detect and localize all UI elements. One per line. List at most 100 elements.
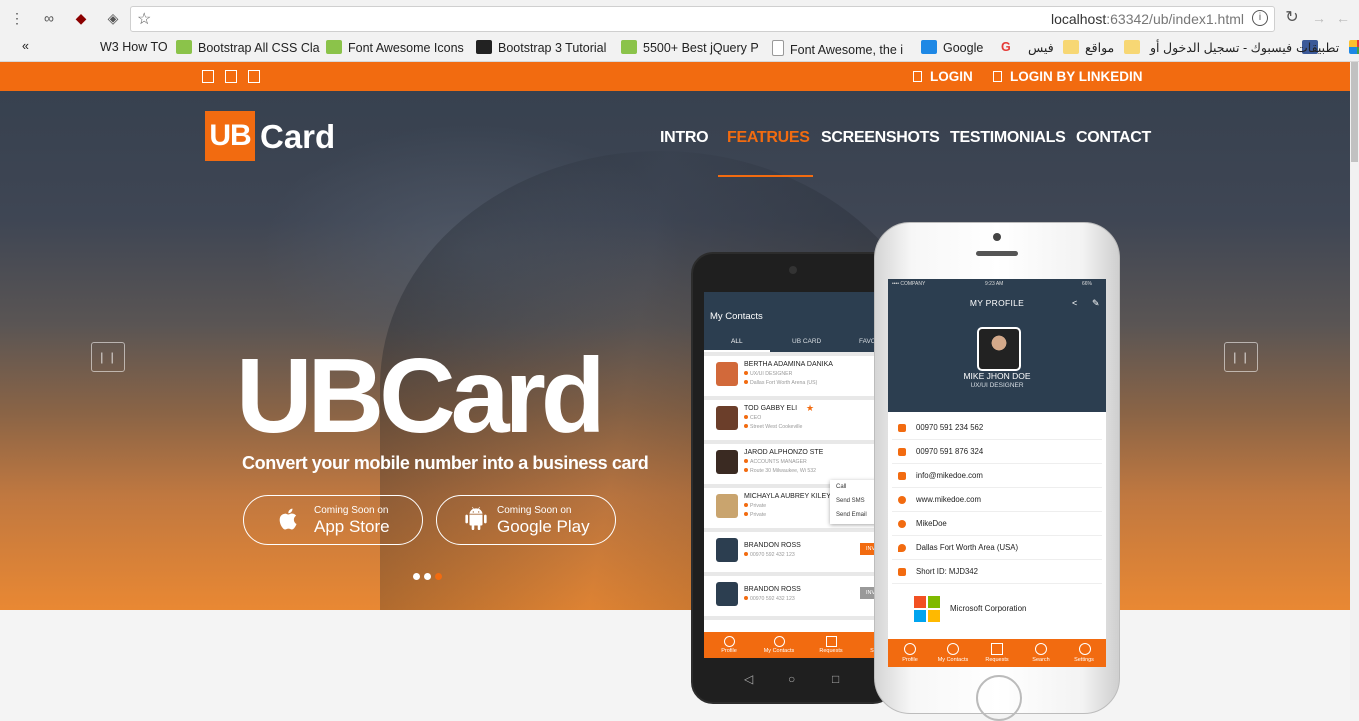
front-camera <box>789 266 797 274</box>
nav-active-underline <box>718 175 813 177</box>
contact-row[interactable]: BRANDON ROSS 00970 592 432 123 INV <box>704 532 882 576</box>
profile-location[interactable]: Dallas Fort Worth Area (USA) <box>892 536 1102 560</box>
bookmark-bootstrap-css[interactable]: Bootstrap All CSS Cla <box>176 40 320 55</box>
carousel-dot-active[interactable] <box>435 573 442 580</box>
extension-cube-icon[interactable]: ◈ <box>104 9 122 27</box>
contact-row[interactable]: TOD GABBY ELI ★ CEO Street West Cookevil… <box>704 400 882 444</box>
carousel-dot[interactable] <box>413 573 420 580</box>
menu-item-call[interactable]: Call <box>830 480 878 494</box>
bottom-nav-requests[interactable]: Requests <box>811 648 851 654</box>
contact-row[interactable]: BRANDON ROSS 00970 592 432 123 INV <box>704 576 882 620</box>
bookmark-w3-howto[interactable]: W3 How TO <box>100 40 168 54</box>
bottom-nav-search[interactable]: Search <box>1019 657 1063 663</box>
tab-ub-card[interactable]: UB CARD <box>792 338 821 345</box>
share-icon[interactable]: < <box>1072 298 1077 308</box>
profile-phone-mobile[interactable]: 00970 591 234 562 <box>892 416 1102 440</box>
w3-icon <box>621 40 637 54</box>
scrollbar-thumb[interactable] <box>1351 62 1358 162</box>
iphone-screen: •••• COMPANY 9:23 AM 66% MY PROFILE < ✎ … <box>888 279 1106 667</box>
bookmark-bootstrap-tutorial[interactable]: Bootstrap 3 Tutorial <box>476 40 606 55</box>
android-icon <box>465 506 487 531</box>
apple-icon <box>279 508 297 530</box>
bottom-nav-contacts[interactable]: My Contacts <box>931 657 975 663</box>
home-button[interactable] <box>976 675 1022 721</box>
hero-title: UBCard <box>236 337 606 455</box>
nav-screenshots[interactable]: SCREENSHOTS <box>821 129 940 147</box>
contacts-header: My Contacts <box>704 304 882 330</box>
nav-contact[interactable]: CONTACT <box>1076 129 1151 147</box>
bottom-nav-requests[interactable]: Requests <box>975 657 1019 663</box>
nav-features[interactable]: FEATRUES <box>727 129 810 147</box>
bookmarks-overflow-chevron[interactable]: « <box>22 39 29 53</box>
bookmark-font-awesome-icons[interactable]: Font Awesome Icons <box>326 40 464 55</box>
bookmark-star-icon[interactable]: ☆ <box>137 9 151 29</box>
page-scrollbar[interactable] <box>1350 62 1359 700</box>
profile-icon <box>904 643 916 655</box>
address-bar[interactable]: ☆ localhost:63342/ub/index1.html i <box>130 6 1275 32</box>
carousel-dot[interactable] <box>424 573 431 580</box>
menu-kebab-icon[interactable]: ⋮ <box>8 9 26 27</box>
home-icon[interactable]: ○ <box>788 672 795 686</box>
w3-icon <box>326 40 342 54</box>
bottom-nav-profile[interactable]: Profile <box>709 648 749 654</box>
url-text[interactable]: localhost:63342/ub/index1.html <box>1051 11 1244 27</box>
nav-intro[interactable]: INTRO <box>660 129 709 147</box>
flag-icon <box>476 40 492 54</box>
back-icon[interactable]: ◁ <box>744 672 753 686</box>
bottom-nav-settings[interactable]: Settings <box>1062 657 1106 663</box>
linkedin-icon <box>993 71 1002 82</box>
profile-role: UX/UI DESIGNER <box>970 382 1024 389</box>
bookmark-apps[interactable]: تطبيقات <box>1296 40 1359 55</box>
profile-email[interactable]: info@mikedoe.com <box>892 464 1102 488</box>
profile-short-id[interactable]: Short ID: MJD342 <box>892 560 1102 584</box>
profile-phone-office[interactable]: 00970 591 876 324 <box>892 440 1102 464</box>
carousel-indicators <box>413 567 446 585</box>
forward-icon[interactable]: → <box>1310 9 1328 27</box>
bookmark-sites[interactable]: مواقع <box>1085 40 1146 55</box>
bookmark-face[interactable]: فيس <box>1028 40 1085 55</box>
twitter-icon[interactable] <box>225 70 237 83</box>
bottom-nav-contacts[interactable]: My Contacts <box>759 648 799 654</box>
ublock-icon[interactable]: ◆ <box>72 9 90 27</box>
favorite-star-icon[interactable]: ★ <box>806 403 814 414</box>
profile-company[interactable]: Microsoft Corporation <box>892 584 1102 630</box>
reload-icon[interactable]: ↻ <box>1283 9 1301 27</box>
requests-icon <box>991 643 1003 655</box>
site-info-icon[interactable]: i <box>1252 10 1268 26</box>
avatar <box>716 450 738 474</box>
login-linkedin-link[interactable]: LOGIN BY LINKEDIN <box>993 69 1143 84</box>
extension-icon[interactable]: ∞ <box>40 9 58 27</box>
next-section <box>0 610 1350 700</box>
profile-website[interactable]: www.mikedoe.com <box>892 488 1102 512</box>
menu-item-send-email[interactable]: Send Email <box>830 508 878 522</box>
contacts-icon <box>947 643 959 655</box>
bookmark-google[interactable]: Google <box>921 40 983 55</box>
facebook-icon[interactable] <box>202 70 214 83</box>
recents-icon[interactable]: □ <box>832 672 839 686</box>
avatar <box>716 362 738 386</box>
avatar <box>716 494 738 518</box>
login-link[interactable]: LOGIN <box>913 69 973 84</box>
contact-row[interactable]: BERTHA ADAMINA DANIKA UX/UI DESIGNER Dal… <box>704 356 882 400</box>
bookmark-font-awesome[interactable]: Font Awesome, the i <box>772 40 903 57</box>
skype-icon <box>898 520 906 528</box>
nav-testimonials[interactable]: TESTIMONIALS <box>950 129 1066 147</box>
tab-all[interactable]: ALL <box>731 338 743 345</box>
profile-icon <box>724 636 735 647</box>
back-icon[interactable]: ← <box>1334 9 1352 27</box>
search-icon <box>1035 643 1047 655</box>
w3-icon <box>176 40 192 54</box>
google-play-button[interactable]: Coming Soon on Google Play <box>436 495 616 545</box>
menu-item-send-sms[interactable]: Send SMS <box>830 494 878 508</box>
carousel-next-button[interactable]: | | <box>1224 342 1258 372</box>
status-bar <box>704 292 882 304</box>
carousel-prev-button[interactable]: | | <box>91 342 125 372</box>
bottom-nav-profile[interactable]: Profile <box>888 657 932 663</box>
profile-skype[interactable]: MikeDoe <box>892 512 1102 536</box>
app-store-button[interactable]: Coming Soon on App Store <box>243 495 423 545</box>
browser-toolbar: ⋮ ∞ ◆ ◈ ☆ localhost:63342/ub/index1.html… <box>0 0 1359 36</box>
bookmark-jquery-plugins[interactable]: 5500+ Best jQuery P <box>621 40 759 55</box>
linkedin-icon[interactable] <box>248 70 260 83</box>
contacts-icon <box>774 636 785 647</box>
edit-icon[interactable]: ✎ <box>1092 298 1100 309</box>
